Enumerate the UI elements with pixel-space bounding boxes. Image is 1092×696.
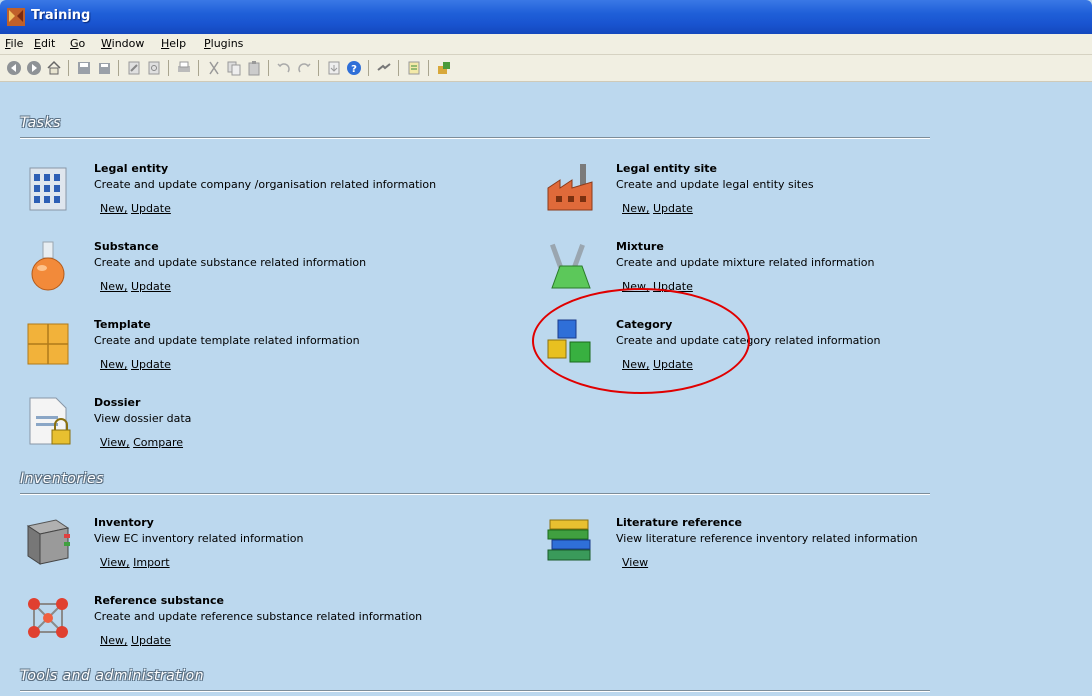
task-description: Create and update company /organisation …: [94, 178, 437, 191]
menu-go[interactable]: Go: [70, 37, 85, 50]
back-icon[interactable]: [6, 60, 22, 76]
toolbar-separator: [318, 60, 319, 76]
preview-icon[interactable]: [146, 60, 162, 76]
compare-link[interactable]: Compare: [133, 436, 183, 449]
connection-icon[interactable]: [376, 60, 392, 76]
help-icon[interactable]: ?: [346, 60, 362, 76]
task-inventory: Inventory View EC inventory related info…: [24, 516, 504, 576]
task-name: Inventory: [94, 516, 154, 529]
highlight-ellipse: [532, 288, 750, 394]
task-description: Create and update template related infor…: [94, 334, 360, 347]
boxes-icon: [27, 323, 69, 365]
molecule-icon: [28, 598, 68, 638]
menu-plugins[interactable]: Plugins: [204, 37, 243, 50]
toolbar-separator: [198, 60, 199, 76]
forward-icon[interactable]: [26, 60, 42, 76]
task-literature-reference: Literature reference View literature ref…: [546, 516, 966, 576]
new-link[interactable]: New,: [100, 202, 128, 215]
factory-icon: [547, 164, 593, 211]
update-link[interactable]: Update: [131, 358, 171, 371]
update-link[interactable]: Update: [131, 202, 171, 215]
update-link[interactable]: Update: [653, 202, 693, 215]
menu-window[interactable]: Window: [101, 37, 144, 50]
section-divider: [20, 137, 930, 139]
task-description: Create and update substance related info…: [94, 256, 367, 269]
task-legal-entity-site: Legal entity site Create and update lega…: [546, 162, 966, 222]
menu-bar: File Edit Go Window Help Plugins: [0, 34, 1092, 55]
mixture-icon: [550, 243, 591, 289]
view-link[interactable]: View,: [100, 436, 130, 449]
task-description: Create and update mixture related inform…: [616, 256, 875, 269]
task-dossier: Dossier View dossier data View, Compare: [24, 396, 504, 456]
new-link[interactable]: New,: [100, 634, 128, 647]
book-icon: [26, 519, 70, 565]
menu-file[interactable]: File: [5, 37, 23, 50]
menu-edit[interactable]: Edit: [34, 37, 55, 50]
paste-icon[interactable]: [246, 60, 262, 76]
toolbar-separator: [268, 60, 269, 76]
task-name: Mixture: [616, 240, 664, 253]
new-link[interactable]: New,: [100, 280, 128, 293]
main-panel: Tasks Legal entity Create and update com…: [0, 82, 1092, 696]
building-icon: [29, 167, 67, 211]
task-description: View dossier data: [94, 412, 192, 425]
task-name: Template: [94, 318, 151, 331]
update-link[interactable]: Update: [131, 280, 171, 293]
task-name: Legal entity: [94, 162, 169, 175]
window-title: Training: [31, 8, 91, 23]
new-link[interactable]: New,: [622, 202, 650, 215]
task-description: View literature reference inventory rela…: [616, 532, 918, 545]
task-name: Reference substance: [94, 594, 224, 607]
title-bar: Training: [0, 0, 1092, 34]
undo-icon[interactable]: [276, 60, 292, 76]
plugin-icon[interactable]: [436, 60, 452, 76]
toolbar-separator: [68, 60, 69, 76]
redo-icon[interactable]: [296, 60, 312, 76]
section-divider: [20, 493, 930, 495]
cut-icon[interactable]: [206, 60, 222, 76]
toolbar: ?: [0, 55, 1092, 82]
task-name: Dossier: [94, 396, 141, 409]
task-template: Template Create and update template rela…: [24, 318, 504, 378]
section-title-inventories: Inventories: [20, 471, 104, 487]
toolbar-separator: [398, 60, 399, 76]
task-name: Substance: [94, 240, 159, 253]
flask-icon: [31, 241, 65, 291]
copy-icon[interactable]: [226, 60, 242, 76]
menu-help[interactable]: Help: [161, 37, 186, 50]
task-name: Legal entity site: [616, 162, 717, 175]
home-icon[interactable]: [46, 60, 62, 76]
task-substance: Substance Create and update substance re…: [24, 240, 504, 300]
task-description: Create and update reference substance re…: [94, 610, 423, 623]
svg-text:?: ?: [351, 64, 357, 75]
task-name: Literature reference: [616, 516, 742, 529]
books-stack-icon: [547, 519, 591, 561]
section-divider: [20, 690, 930, 692]
task-description: View EC inventory related information: [94, 532, 304, 545]
import-link[interactable]: Import: [133, 556, 170, 569]
save-icon[interactable]: [76, 60, 92, 76]
app-icon: [7, 8, 25, 26]
report-icon[interactable]: [406, 60, 422, 76]
toolbar-separator: [118, 60, 119, 76]
task-description: Create and update legal entity sites: [616, 178, 814, 191]
section-title-tools: Tools and administration: [20, 668, 205, 684]
section-title-tasks: Tasks: [20, 115, 61, 131]
toolbar-separator: [168, 60, 169, 76]
print-icon[interactable]: [176, 60, 192, 76]
view-link[interactable]: View,: [100, 556, 130, 569]
new-link[interactable]: New,: [100, 358, 128, 371]
edit-icon[interactable]: [126, 60, 142, 76]
locked-document-icon: [29, 397, 71, 445]
toolbar-separator: [368, 60, 369, 76]
task-reference-substance: Reference substance Create and update re…: [24, 594, 504, 654]
export-icon[interactable]: [326, 60, 342, 76]
toolbar-separator: [428, 60, 429, 76]
save-all-icon[interactable]: [96, 60, 112, 76]
update-link[interactable]: Update: [131, 634, 171, 647]
view-link[interactable]: View: [622, 556, 648, 569]
task-legal-entity: Legal entity Create and update company /…: [24, 162, 504, 222]
